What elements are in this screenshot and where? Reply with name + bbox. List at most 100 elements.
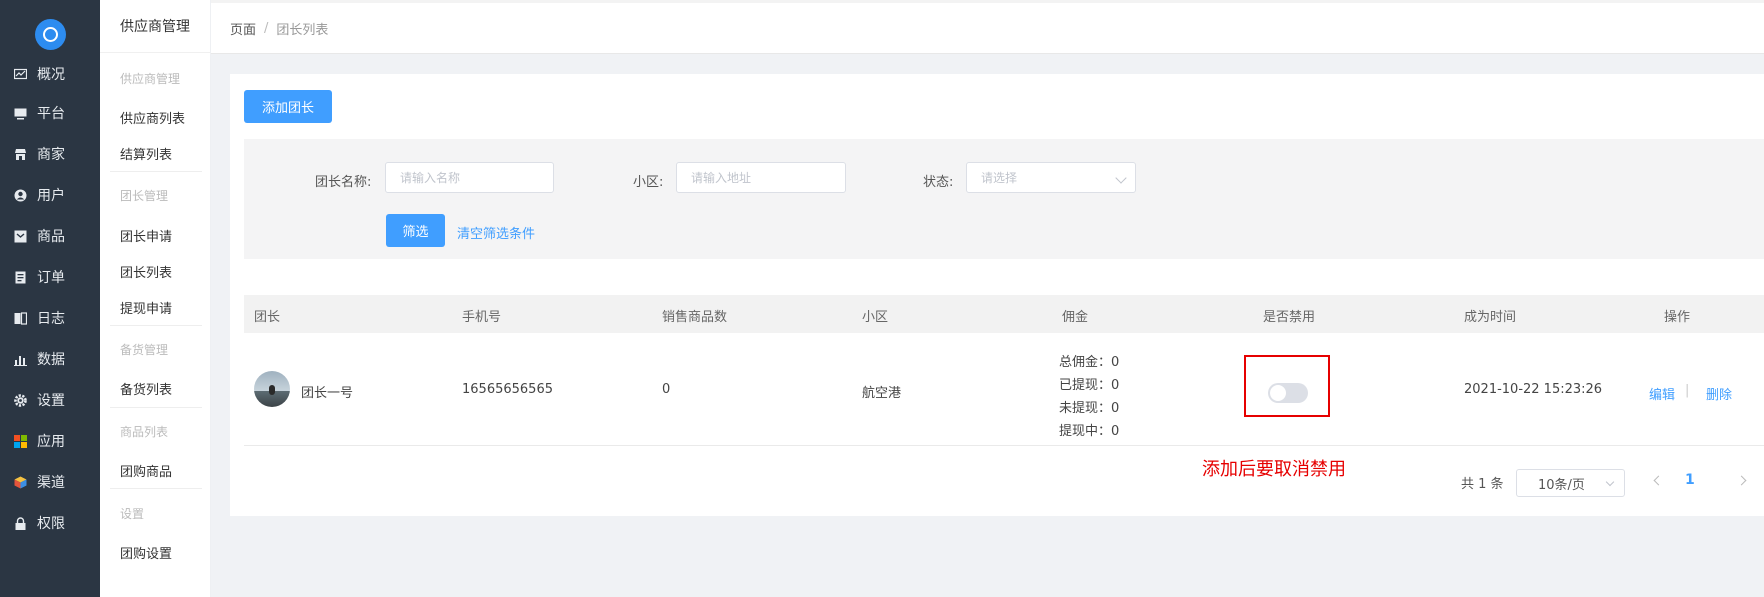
nav-item-channel[interactable]: 渠道 — [0, 464, 100, 500]
nav-label: 订单 — [37, 270, 65, 286]
subnav-divider — [110, 171, 202, 172]
subnav-item-settlement-list[interactable]: 结算列表 — [120, 144, 172, 163]
chevron-down-icon — [1115, 172, 1127, 184]
nav-label: 权限 — [37, 516, 65, 532]
page-size-value: 10条/页 — [1538, 477, 1585, 493]
filter-submit-button[interactable]: 筛选 — [386, 214, 445, 247]
subnav-item-group-settings[interactable]: 团购设置 — [120, 543, 172, 562]
column-header: 佣金 — [1062, 310, 1089, 325]
table-row: 团长一号 16565656565 0 航空港 总佣金：0 已提现：0 未提现：0… — [244, 333, 1764, 446]
leader-name: 团长一号 — [301, 386, 354, 401]
community-filter-label: 小区: — [633, 175, 664, 190]
page-size-select[interactable]: 10条/页 — [1516, 469, 1625, 497]
subnav-item-group-product[interactable]: 团购商品 — [120, 461, 172, 480]
delete-link[interactable]: 删除 — [1706, 384, 1732, 403]
name-filter-input[interactable]: 请输入名称 — [385, 162, 554, 193]
breadcrumb-current: 团长列表 — [276, 22, 329, 38]
cube-icon — [14, 476, 27, 489]
nav-item-overview[interactable]: 概况 — [0, 56, 100, 92]
joined-time: 2021-10-22 15:23:26 — [1464, 382, 1603, 397]
lock-icon — [14, 516, 27, 530]
nav-item-user[interactable]: 用户 — [0, 177, 100, 213]
subnav-group-title: 设置 — [120, 507, 145, 521]
breadcrumb: 页面 / 团长列表 — [211, 0, 1764, 54]
breadcrumb-separator: / — [264, 20, 269, 36]
subnav-item-leader-apply[interactable]: 团长申请 — [120, 226, 172, 245]
community-name: 航空港 — [862, 386, 902, 401]
status-select-placeholder: 请选择 — [981, 171, 1018, 185]
name-filter-label: 团长名称: — [315, 175, 372, 190]
edit-link[interactable]: 编辑 — [1649, 384, 1675, 403]
subnav-divider — [110, 488, 202, 489]
nav-item-merchant[interactable]: 商家 — [0, 136, 100, 172]
pagination-total: 共 1 条 — [1461, 477, 1504, 492]
nav-item-product[interactable]: 商品 — [0, 218, 100, 254]
current-page[interactable]: 1 — [1685, 472, 1695, 488]
nav-item-permission[interactable]: 权限 — [0, 505, 100, 541]
subnav-item-withdraw-apply[interactable]: 提现申请 — [120, 298, 172, 317]
nav-label: 数据 — [37, 352, 65, 368]
subnav-divider — [110, 407, 202, 408]
nav-label: 用户 — [37, 188, 65, 204]
nav-item-order[interactable]: 订单 — [0, 259, 100, 295]
primary-sidebar: 概况 平台 商家 用户 商品 订单 日志 数据 设置 应用 渠道 权限 — [0, 0, 100, 597]
commission-total: 总佣金：0 — [1059, 355, 1120, 370]
leader-phone: 16565656565 — [462, 382, 553, 397]
avatar — [254, 371, 290, 407]
column-header: 手机号 — [462, 310, 502, 325]
column-header: 小区 — [862, 310, 889, 325]
nav-label: 概况 — [37, 67, 65, 83]
breadcrumb-root[interactable]: 页面 — [230, 19, 256, 38]
log-icon — [14, 311, 27, 325]
secondary-sidebar: 供应商管理 供应商管理 供应商列表 结算列表 团长管理 团长申请 团长列表 提现… — [100, 0, 211, 597]
bar-chart-icon — [14, 353, 27, 366]
nav-item-settings[interactable]: 设置 — [0, 382, 100, 418]
subnav-group-title: 团长管理 — [120, 189, 169, 203]
subnav-group-title: 商品列表 — [120, 425, 169, 439]
nav-item-platform[interactable]: 平台 — [0, 95, 100, 131]
product-icon — [14, 230, 27, 243]
nav-item-log[interactable]: 日志 — [0, 300, 100, 336]
nav-label: 日志 — [37, 311, 65, 327]
column-header: 是否禁用 — [1263, 310, 1316, 325]
disable-toggle[interactable] — [1268, 383, 1308, 403]
community-filter-input[interactable]: 请输入地址 — [676, 162, 846, 193]
sales-count: 0 — [662, 382, 671, 397]
nav-label: 平台 — [37, 106, 65, 122]
nav-label: 应用 — [37, 434, 65, 450]
chevron-down-icon — [1605, 477, 1615, 487]
column-header: 销售商品数 — [662, 310, 728, 325]
subnav-group-title: 供应商管理 — [120, 72, 181, 86]
nav-label: 渠道 — [37, 475, 65, 491]
nav-item-apps[interactable]: 应用 — [0, 423, 100, 459]
nav-label: 设置 — [37, 393, 65, 409]
subnav-item-leader-list[interactable]: 团长列表 — [120, 262, 172, 281]
subnav-item-stock-list[interactable]: 备货列表 — [120, 379, 172, 398]
nav-label: 商品 — [37, 229, 65, 245]
order-icon — [14, 271, 27, 284]
subnav-item-supplier-list[interactable]: 供应商列表 — [120, 108, 185, 127]
apps-icon — [14, 434, 27, 448]
commission-unwithdrawn: 未提现：0 — [1059, 401, 1120, 416]
subnav-group-title: 备货管理 — [120, 343, 169, 357]
status-filter-select[interactable]: 请选择 — [966, 162, 1136, 193]
logo-icon[interactable] — [35, 19, 66, 50]
column-header: 团长 — [254, 310, 281, 325]
operation-separator: | — [1685, 383, 1690, 398]
column-header: 操作 — [1664, 310, 1691, 325]
app-root: 概况 平台 商家 用户 商品 订单 日志 数据 设置 应用 渠道 权限 供应商管… — [0, 0, 1764, 597]
nav-label: 商家 — [37, 147, 65, 163]
annotation-text: 添加后要取消禁用 — [1202, 459, 1346, 480]
clear-filter-link[interactable]: 清空筛选条件 — [457, 223, 535, 242]
monitor-icon — [14, 107, 27, 120]
main-card: 添加团长 团长名称: 请输入名称 小区: 请输入地址 状态: 请选择 筛选 清空… — [230, 74, 1764, 516]
gear-icon — [14, 393, 27, 407]
user-icon — [14, 189, 27, 202]
store-icon — [14, 148, 27, 161]
subnav-divider — [110, 325, 202, 326]
chart-icon — [14, 68, 27, 81]
table-header: 团长 手机号 销售商品数 小区 佣金 是否禁用 成为时间 操作 — [244, 295, 1764, 333]
commission-withdrawing: 提现中：0 — [1059, 424, 1120, 439]
nav-item-data[interactable]: 数据 — [0, 341, 100, 377]
add-leader-button[interactable]: 添加团长 — [244, 90, 332, 123]
